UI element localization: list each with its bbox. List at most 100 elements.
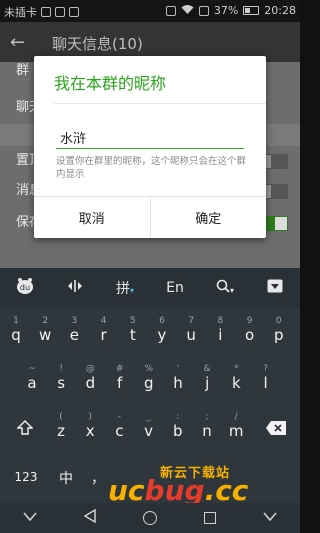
key-label: k — [232, 374, 241, 392]
key-e[interactable]: 3e — [64, 316, 84, 344]
nav-back-icon[interactable] — [23, 510, 37, 526]
key-label: y — [157, 326, 167, 344]
list-item-label: 群 — [16, 63, 30, 78]
hide-keyboard-icon[interactable] — [250, 279, 300, 297]
key-k[interactable]: * k — [226, 364, 246, 392]
cancel-button[interactable]: 取消 — [34, 197, 150, 238]
image-notification-icon — [55, 7, 65, 17]
key-hint: _ — [146, 412, 151, 422]
nav-recents-icon[interactable] — [203, 512, 216, 524]
key-g[interactable]: % g — [139, 364, 159, 392]
key-hint: : — [176, 412, 180, 422]
numbers-key[interactable]: 123 — [10, 470, 42, 484]
key-label: m — [228, 422, 244, 440]
key-h[interactable]: ' h — [168, 364, 188, 392]
nav-home-icon[interactable] — [142, 511, 157, 525]
key-a[interactable]: ~ a — [22, 364, 42, 392]
key-label: i — [218, 326, 223, 344]
carrier-label: 未插卡 — [4, 6, 37, 19]
key-label: b — [173, 422, 183, 440]
key-hint: ) — [88, 412, 92, 422]
key-o[interactable]: 9o — [240, 316, 260, 344]
key-m[interactable]: / m — [226, 412, 246, 440]
key-hint: # — [115, 364, 124, 374]
key-hint: ( — [59, 412, 63, 422]
key-hint: * — [234, 364, 239, 374]
key-r[interactable]: 4r — [94, 316, 114, 344]
key-row-3: (z) x - c _ v: b; n / m — [0, 412, 300, 442]
key-label: r — [100, 326, 107, 344]
key-p[interactable]: 0p — [269, 316, 289, 344]
svg-text:du: du — [20, 283, 30, 292]
key-hint: ? — [263, 364, 268, 374]
ime-switch[interactable]: 拼▾ — [100, 278, 150, 298]
search-button[interactable]: ▾ — [200, 279, 250, 297]
key-hint: 3 — [71, 316, 78, 326]
key-b[interactable]: :b — [168, 412, 188, 440]
shift-icon[interactable] — [12, 420, 38, 439]
key-hint: 9 — [246, 316, 253, 326]
backspace-icon[interactable] — [262, 420, 290, 439]
baidu-logo-icon[interactable]: du — [0, 276, 50, 300]
key-l[interactable]: ? l — [256, 364, 276, 392]
nickname-input[interactable] — [58, 126, 244, 148]
key-label: n — [202, 422, 212, 440]
key-u[interactable]: 7u — [181, 316, 201, 344]
key-hint: 4 — [100, 316, 107, 326]
wifi-icon — [181, 4, 194, 17]
key-hint: 8 — [217, 316, 224, 326]
usb-icon — [69, 7, 79, 17]
key-i[interactable]: 8i — [210, 316, 230, 344]
key-label: z — [57, 422, 65, 440]
key-label: s — [57, 374, 66, 392]
key-j[interactable]: & j — [197, 364, 217, 392]
key-row-2: ~ a! s @ d # f% g ' h & j * k? l — [0, 364, 300, 394]
key-w[interactable]: 2w — [35, 316, 55, 344]
key-label: o — [245, 326, 255, 344]
key-t[interactable]: 5t — [123, 316, 143, 344]
key-hint: / — [234, 412, 238, 422]
key-label: f — [116, 374, 123, 392]
key-label: p — [274, 326, 284, 344]
key-y[interactable]: 6y — [152, 316, 172, 344]
key-label: q — [11, 326, 21, 344]
dialog-divider — [54, 103, 266, 104]
nav-triangle-icon[interactable] — [83, 508, 96, 527]
dialog-title: 我在本群的昵称 — [54, 74, 167, 93]
key-v[interactable]: _ v — [139, 412, 159, 440]
key-label: c — [115, 422, 124, 440]
search-icon — [216, 279, 230, 293]
language-label: En — [166, 280, 184, 296]
comma-key[interactable]: ， — [88, 468, 108, 488]
key-x[interactable]: ) x — [80, 412, 100, 440]
dialog-hint: 设置你在群里的昵称，这个昵称只会在这个群内显示 — [56, 156, 247, 180]
key-label: a — [27, 374, 37, 392]
key-q[interactable]: 1q — [6, 316, 26, 344]
vibrate-icon — [165, 5, 176, 16]
key-label: x — [85, 422, 95, 440]
key-n[interactable]: ; n — [197, 412, 217, 440]
language-switch[interactable]: En — [150, 280, 200, 296]
key-s[interactable]: ! s — [51, 364, 71, 392]
ime-label: 拼 — [115, 281, 130, 297]
chevron-down-icon: ▾ — [229, 286, 234, 295]
key-c[interactable]: -c — [109, 412, 129, 440]
key-label: g — [144, 374, 154, 392]
key-hint: ' — [176, 364, 180, 374]
key-z[interactable]: (z — [51, 412, 71, 440]
key-d[interactable]: @ d — [80, 364, 100, 392]
key-hint: 5 — [129, 316, 136, 326]
key-hint: 1 — [13, 316, 19, 326]
dialog-buttons: 取消 确定 — [34, 196, 266, 238]
key-label: h — [173, 374, 183, 392]
confirm-button[interactable]: 确定 — [149, 197, 267, 238]
chinese-key[interactable]: 中 — [52, 468, 80, 488]
key-label: l — [263, 374, 268, 392]
key-hint: 6 — [159, 316, 165, 326]
key-f[interactable]: # f — [110, 364, 130, 392]
cursor-move-icon[interactable] — [50, 279, 100, 297]
key-hint: % — [144, 364, 154, 374]
arrow-left-icon[interactable]: ← — [10, 32, 25, 53]
key-hint: @ — [85, 364, 95, 374]
nav-notification-icon[interactable] — [262, 510, 277, 526]
